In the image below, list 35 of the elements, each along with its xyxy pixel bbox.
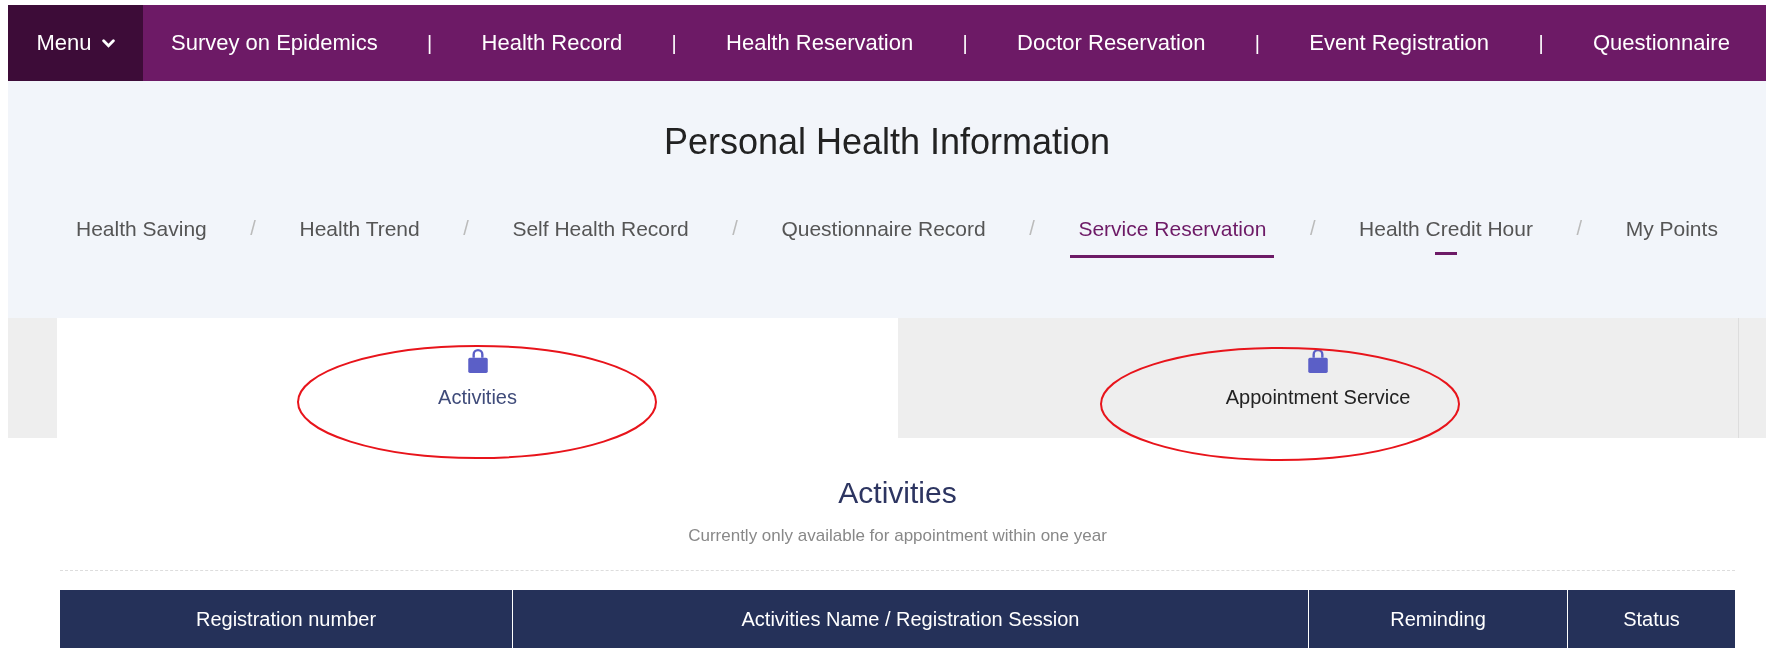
section-tab[interactable]: Questionnaire Record <box>773 217 994 255</box>
section-title: Activities <box>838 476 957 510</box>
service-tab[interactable]: Appointment Service <box>898 318 1739 438</box>
column-header: Registration number <box>60 590 513 648</box>
section-tab[interactable]: Health Trend <box>291 217 428 255</box>
nav-separator: | <box>1538 31 1544 55</box>
nav-separator: | <box>962 31 968 55</box>
service-tab[interactable]: Activities <box>57 318 898 438</box>
tab-separator: / <box>1029 217 1035 240</box>
section-tab[interactable]: My Points <box>1617 217 1726 255</box>
column-header: Activities Name / Registration Session <box>513 590 1309 648</box>
section-tab[interactable]: Service Reservation <box>1070 217 1275 258</box>
nav-link[interactable]: Doctor Reservation <box>1017 30 1206 56</box>
section-tab[interactable]: Health Saving <box>68 217 215 255</box>
chevron-down-icon <box>101 38 115 48</box>
column-header: Status <box>1622 606 1681 632</box>
nav-link[interactable]: Survey on Epidemics <box>171 30 378 56</box>
tab-separator: / <box>1576 217 1583 240</box>
menu-button[interactable]: Menu <box>8 5 143 81</box>
tab-separator: / <box>250 217 256 240</box>
nav-link[interactable]: Questionnaire <box>1592 30 1730 56</box>
tab-separator: / <box>1309 217 1316 240</box>
column-header: Reminding <box>1309 590 1568 648</box>
nav-link[interactable]: Health Reservation <box>726 30 914 56</box>
page-title: Personal Health Information <box>663 121 1111 163</box>
tab-separator: / <box>732 217 738 240</box>
nav-link[interactable]: Health Record <box>481 30 623 56</box>
tab-separator: / <box>463 217 469 240</box>
nav-separator: | <box>1254 31 1260 55</box>
nav-separator: | <box>427 31 433 55</box>
section-tab[interactable]: Health Credit Hour <box>1351 217 1541 255</box>
section-tab[interactable]: Self Health Record <box>504 217 697 255</box>
nav-separator: | <box>671 31 677 55</box>
nav-link[interactable]: Event Registration <box>1309 30 1490 56</box>
section-subtitle: Currently only available for appointment within one year <box>688 526 1107 546</box>
